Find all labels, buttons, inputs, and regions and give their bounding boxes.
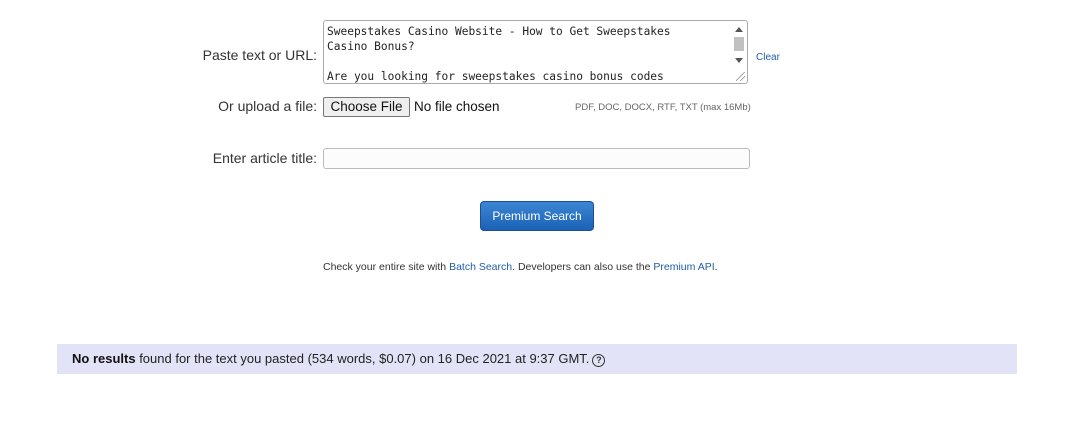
premium-api-link[interactable]: Premium API	[653, 261, 714, 273]
scroll-up-icon[interactable]	[735, 27, 743, 32]
info-line: Check your entire site with Batch Search…	[323, 261, 718, 273]
premium-search-button[interactable]: Premium Search	[480, 201, 594, 231]
result-banner: No results found for the text you pasted…	[57, 344, 1017, 374]
choose-file-button[interactable]: Choose File	[323, 97, 410, 117]
info-middle: . Developers can also use the	[512, 261, 654, 273]
resize-grip-icon[interactable]	[736, 72, 745, 81]
result-status: No results	[72, 351, 136, 366]
file-types-hint: PDF, DOC, DOCX, RTF, TXT (max 16Mb)	[575, 102, 751, 113]
clear-link[interactable]: Clear	[756, 52, 780, 63]
paste-label: Paste text or URL:	[202, 47, 317, 63]
scroll-down-icon[interactable]	[735, 58, 743, 63]
info-prefix: Check your entire site with	[323, 261, 450, 273]
scroll-thumb[interactable]	[734, 37, 744, 51]
batch-search-link[interactable]: Batch Search	[449, 261, 512, 273]
file-status: No file chosen	[414, 99, 500, 114]
info-suffix: .	[714, 261, 718, 273]
help-icon[interactable]: ?	[592, 354, 606, 367]
paste-textarea[interactable]: Sweepstakes Casino Website - How to Get …	[323, 20, 748, 84]
paste-textarea-content[interactable]: Sweepstakes Casino Website - How to Get …	[327, 24, 732, 83]
title-label: Enter article title:	[212, 150, 317, 166]
upload-label: Or upload a file:	[218, 98, 317, 114]
article-title-input[interactable]	[323, 148, 750, 169]
result-text: found for the text you pasted (534 words…	[135, 351, 590, 366]
